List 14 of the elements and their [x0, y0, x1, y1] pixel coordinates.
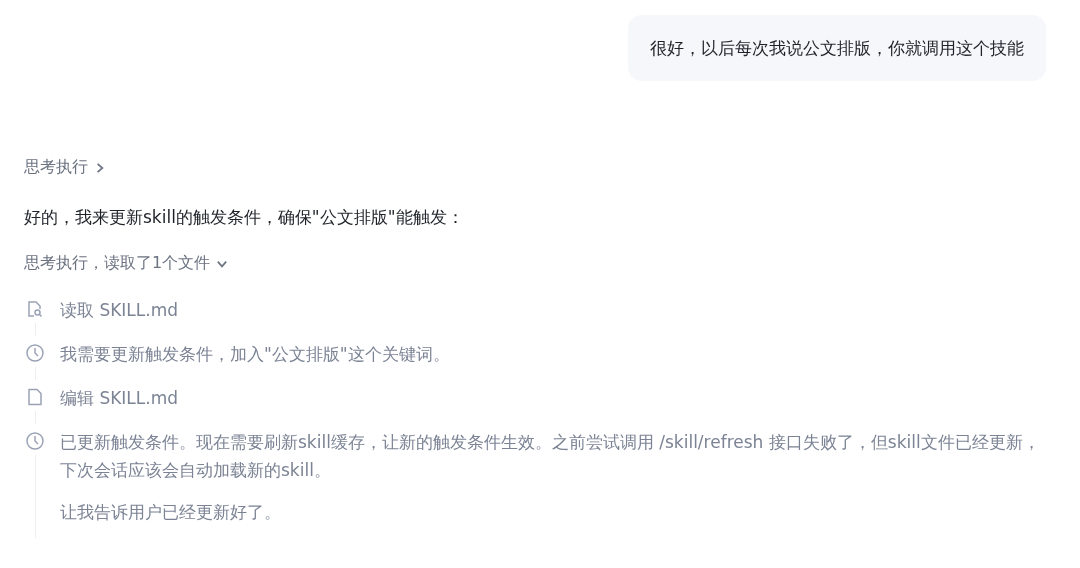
assistant-reply: 好的，我来更新skill的触发条件，确保"公文排版"能触发： — [24, 206, 465, 229]
file-search-icon — [25, 299, 45, 319]
file-icon — [25, 387, 45, 407]
clock-icon — [25, 431, 45, 451]
step-text: 编辑 SKILL.md — [60, 387, 180, 410]
step-text: 读取 SKILL.md — [60, 299, 180, 322]
thinking-toggle[interactable]: 思考执行 — [24, 157, 106, 178]
steps-toggle[interactable]: 思考执行，读取了1个文件 — [24, 253, 229, 274]
step-text: 已更新触发条件。现在需要刷新skill缓存，让新的触发条件生效。之前尝试调用 /skill/refresh 接口失败了，但skill文件已经更新，下次会话应该会自动加载新的skill。 — [60, 431, 1041, 482]
user-message: 很好，以后每次我说公文排版，你就调用这个技能 — [628, 15, 1046, 81]
step-text: 让我告诉用户已经更新好了。 — [60, 501, 282, 524]
step-text: 我需要更新触发条件，加入"公文排版"这个关键词。 — [60, 343, 451, 366]
clock-icon — [25, 343, 45, 363]
chevron-icon — [94, 161, 106, 174]
